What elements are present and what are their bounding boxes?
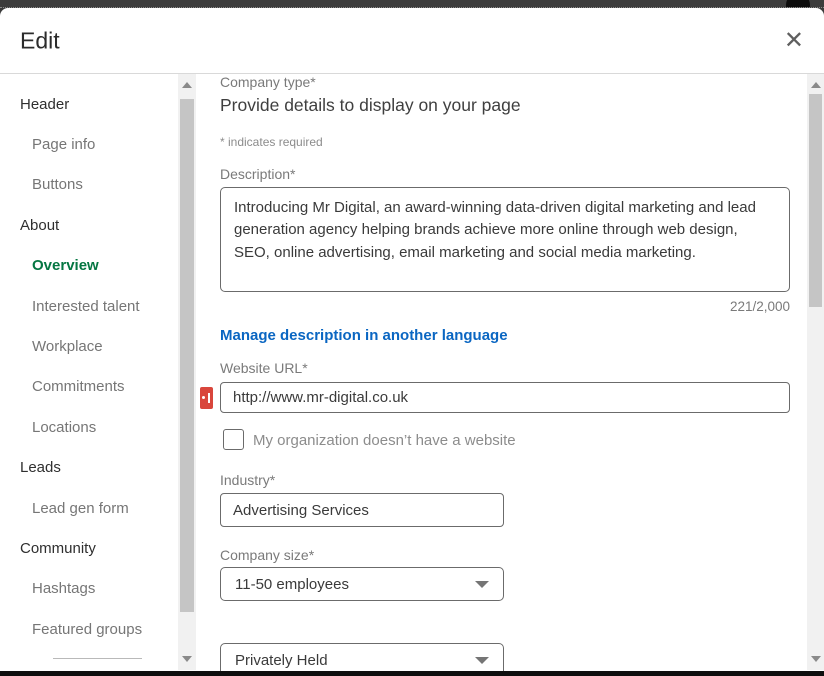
page-backdrop-top: [0, 0, 824, 8]
extension-badge-icon: [200, 387, 213, 409]
industry-input[interactable]: [220, 493, 504, 527]
sidebar-divider: [53, 658, 142, 659]
modal-body: Header Page info Buttons About Overview …: [0, 74, 824, 670]
description-textarea[interactable]: Introducing Mr Digital, an award-winning…: [220, 187, 790, 292]
scroll-up-icon[interactable]: [811, 82, 821, 88]
sidebar-item-header[interactable]: Header: [0, 84, 178, 124]
badge-dot: [202, 396, 205, 399]
sidebar-item-leads[interactable]: Leads: [0, 448, 178, 488]
backdrop-avatar: [786, 0, 810, 8]
chevron-down-icon: [475, 657, 489, 664]
edit-modal: Edit ✕ Header Page info Buttons About Ov…: [0, 8, 824, 671]
sidebar-scrollbar[interactable]: [178, 74, 196, 670]
sidebar-item-interested-talent[interactable]: Interested talent: [0, 286, 178, 326]
description-label: Description*: [220, 166, 295, 182]
scroll-down-icon[interactable]: [811, 656, 821, 662]
company-type-value: Privately Held: [235, 652, 328, 669]
sidebar-item-commitments[interactable]: Commitments: [0, 367, 178, 407]
sidebar-item-locations[interactable]: Locations: [0, 407, 178, 447]
company-type-label: Company type*: [220, 74, 316, 90]
website-url-label: Website URL*: [220, 360, 308, 376]
sidebar-item-page-info[interactable]: Page info: [0, 124, 178, 164]
sidebar-item-overview[interactable]: Overview: [0, 246, 178, 286]
website-url-input[interactable]: [220, 382, 790, 413]
sidebar-item-hashtags[interactable]: Hashtags: [0, 569, 178, 609]
manage-description-link[interactable]: Manage description in another language: [220, 327, 508, 344]
char-counter: 221/2,000: [220, 299, 790, 314]
page-backdrop-bottom: [0, 671, 824, 676]
sidebar-scrollbar-thumb[interactable]: [180, 99, 194, 612]
required-note: * indicates required: [220, 135, 323, 149]
company-type-select[interactable]: Privately Held: [220, 643, 504, 671]
form-heading: Provide details to display on your page: [220, 95, 521, 116]
industry-label: Industry*: [220, 472, 275, 488]
sidebar-item-featured-groups[interactable]: Featured groups: [0, 609, 178, 649]
company-size-value: 11-50 employees: [235, 576, 349, 593]
badge-bar: [208, 393, 210, 403]
no-website-checkbox[interactable]: [223, 429, 244, 450]
sidebar-item-workplace[interactable]: Workplace: [0, 326, 178, 366]
sidebar-item-community[interactable]: Community: [0, 528, 178, 568]
main-scrollbar-thumb[interactable]: [809, 94, 822, 307]
chevron-down-icon: [475, 581, 489, 588]
scroll-up-icon[interactable]: [182, 82, 192, 88]
company-size-label: Company size*: [220, 547, 314, 563]
main-scrollbar[interactable]: [807, 74, 824, 670]
scroll-down-icon[interactable]: [182, 656, 192, 662]
sidebar-item-buttons[interactable]: Buttons: [0, 165, 178, 205]
sidebar-item-lead-gen-form[interactable]: Lead gen form: [0, 488, 178, 528]
no-website-checkbox-label: My organization doesn’t have a website: [253, 432, 516, 449]
company-size-select[interactable]: 11-50 employees: [220, 567, 504, 601]
modal-title: Edit: [20, 27, 60, 54]
sidebar: Header Page info Buttons About Overview …: [0, 74, 178, 670]
close-icon[interactable]: ✕: [780, 25, 808, 57]
sidebar-item-about[interactable]: About: [0, 205, 178, 245]
modal-header: Edit ✕: [0, 8, 824, 74]
form-panel: Provide details to display on your page …: [196, 74, 807, 670]
